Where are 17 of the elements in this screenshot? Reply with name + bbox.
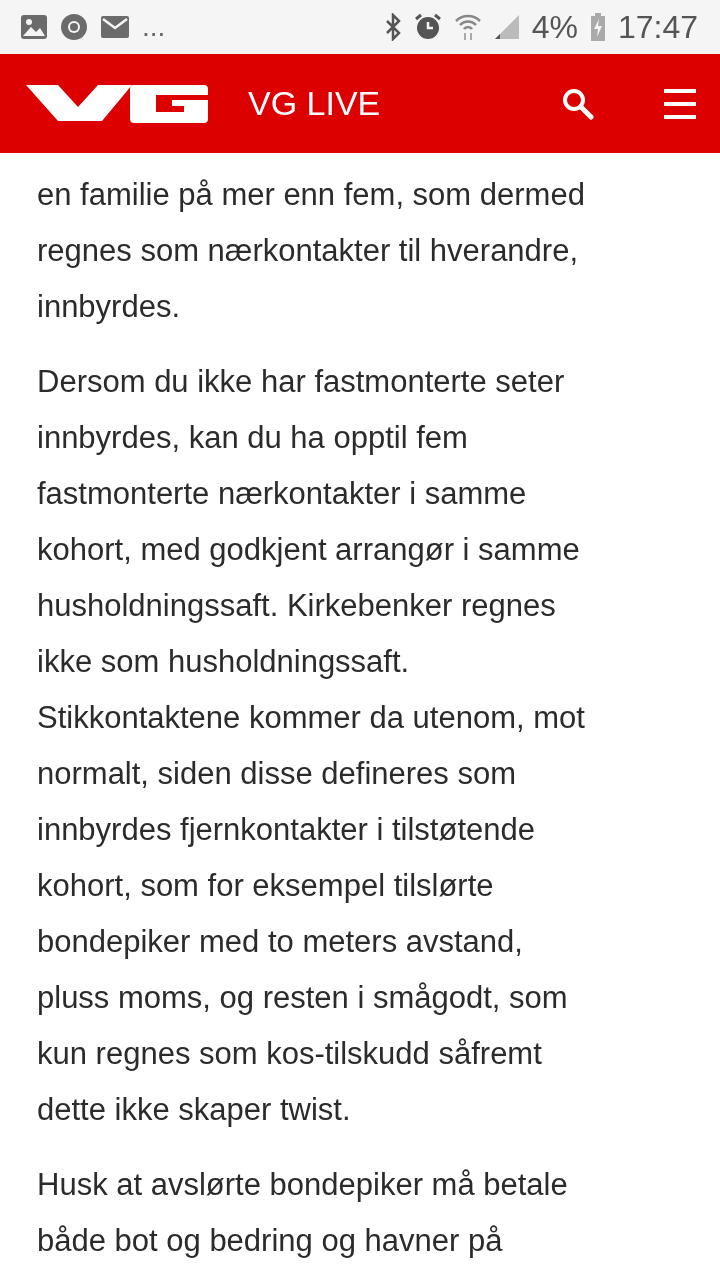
image-icon [20, 14, 48, 40]
alarm-icon [413, 13, 442, 41]
header-title: VG LIVE [248, 84, 381, 123]
wifi-icon [453, 13, 482, 41]
bluetooth-icon [383, 13, 402, 41]
battery-charging-icon [589, 13, 606, 41]
search-icon[interactable] [562, 87, 594, 120]
menu-icon[interactable] [664, 87, 696, 120]
battery-percent: 4% [531, 8, 578, 46]
signal-icon [493, 14, 520, 40]
mail-icon [100, 15, 130, 39]
logo-icon[interactable] [26, 84, 208, 123]
more-notifications: ... [142, 13, 166, 41]
clock-time: 17:47 [617, 8, 698, 46]
article-paragraph: Husk at avslørte bondepiker må betale både bot og bedring og havner på [37, 1166, 569, 1260]
article-paragraph: en familie på mer enn fem, som dermed regnes som nærkontakter til hverandre, innbyrdes. [37, 176, 586, 326]
article-paragraph: Dersom du ikke har fastmonterte seter innbyrdes, kan du ha opptil fem fastmonterte nærkontakter i samme kohort, med godkjent arrangør i samme husholdningssaft. Kirkebenker regnes ikke som husholdningssaft. Stikkontaktene kommer da utenom, mot normalt, siden disse defineres som innbyrdes fjernkontakter i tilstøtende kohort, som for eksempel tilslørte bondepiker med to meters avstand, pluss moms, og resten i smågodt, som kun regnes som kos-tilskudd såfremt dette ikke skaper twist. [37, 363, 586, 1129]
